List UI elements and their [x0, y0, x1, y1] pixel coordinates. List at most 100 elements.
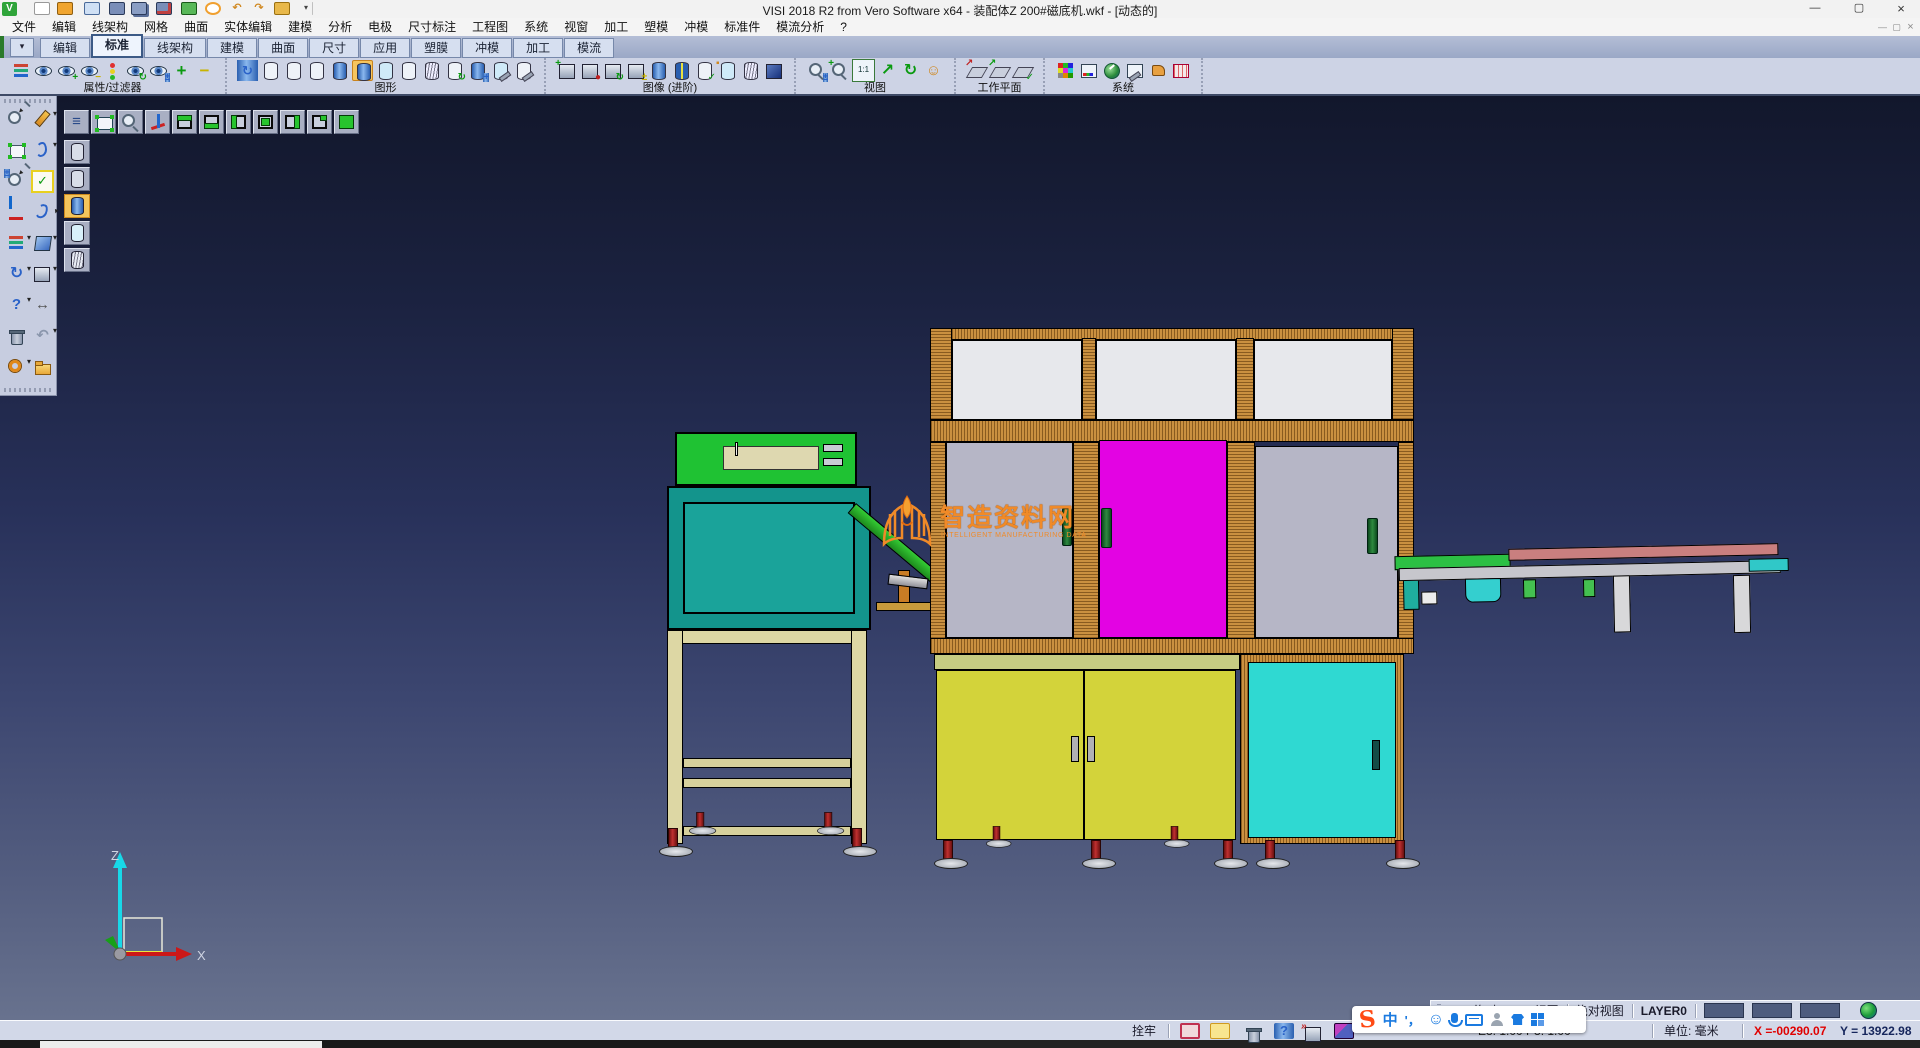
attribute-paint-icon[interactable] [10, 60, 31, 81]
ime-skin-icon[interactable] [1511, 1014, 1524, 1025]
stand-teal-cabinet[interactable] [667, 486, 871, 630]
tab-edit[interactable]: 编辑 [40, 38, 90, 58]
taskbar-app-button[interactable] [40, 1041, 322, 1048]
yellow-cabinet-door-right[interactable] [1084, 670, 1236, 840]
triad-view-icon[interactable] [145, 110, 170, 134]
menu-mold[interactable]: 塑模 [636, 18, 676, 36]
mdi-restore-icon[interactable]: ▢ [1890, 21, 1903, 34]
output-conveyor[interactable] [1394, 540, 1797, 718]
workplane-edit-icon[interactable]: ↗ [989, 60, 1010, 81]
view-menu-icon[interactable]: ≡ [64, 110, 89, 134]
adv-note-icon[interactable]: ▪ [717, 60, 738, 81]
lock-label[interactable]: 拴牢 [1132, 1023, 1156, 1039]
tab-modeling[interactable]: 建模 [207, 38, 257, 58]
erase-icon[interactable] [31, 108, 54, 131]
tab-wireframe[interactable]: 线架构 [144, 38, 206, 58]
layer-swatch-button[interactable] [1800, 1003, 1840, 1018]
settings-wheel-icon[interactable] [5, 356, 28, 379]
menu-analysis[interactable]: 分析 [320, 18, 360, 36]
menu-electrode[interactable]: 电极 [360, 18, 400, 36]
render-import-icon[interactable]: + [467, 60, 488, 81]
machine-top-panel[interactable] [1254, 340, 1392, 420]
zoom-one-to-one-icon[interactable]: 1:1 [852, 59, 875, 82]
mdi-minimize-icon[interactable]: — [1876, 21, 1889, 34]
ime-mic-icon[interactable] [1451, 1013, 1458, 1023]
tab-machining[interactable]: 加工 [513, 38, 563, 58]
door-handle[interactable] [1101, 508, 1112, 548]
page-visibility-icon[interactable] [33, 60, 54, 81]
undo-dock-icon[interactable]: ↶ [31, 325, 54, 348]
menu-flow-analysis[interactable]: 模流分析 [768, 18, 832, 36]
adv-solid-cube-icon[interactable] [763, 60, 784, 81]
wcs-axis-icon[interactable] [5, 201, 28, 224]
machine-top-panel[interactable] [952, 340, 1082, 420]
menu-file[interactable]: 文件 [4, 18, 44, 36]
tab-list-dropdown[interactable]: ▾ [10, 38, 34, 57]
tab-dimension[interactable]: 尺寸 [309, 38, 359, 58]
show-all-icon[interactable]: + [171, 60, 192, 81]
dock-grip[interactable] [4, 388, 52, 392]
adv-toggle-body-icon[interactable]: ± [625, 60, 646, 81]
mdi-close-icon[interactable]: × [1904, 21, 1917, 34]
adv-hatch-icon[interactable] [740, 60, 761, 81]
graphics-tools-icon[interactable] [513, 60, 534, 81]
cabinet-handle[interactable] [1071, 736, 1079, 762]
outline-mode-icon[interactable] [398, 60, 419, 81]
dashed-hidden-mode-icon[interactable] [306, 60, 327, 81]
yellow-cabinet-door-left[interactable] [936, 670, 1084, 840]
menu-modeling[interactable]: 建模 [280, 18, 320, 36]
menu-drawing[interactable]: 工程图 [464, 18, 516, 36]
view-back-icon[interactable] [307, 110, 332, 134]
ime-punctuation-toggle[interactable]: '， [1405, 1010, 1421, 1029]
shade-hidden-icon[interactable] [64, 167, 90, 191]
tab-standard[interactable]: 标准 [91, 34, 143, 58]
restore-button[interactable]: ▢ [1838, 0, 1880, 18]
system-window-colors-icon[interactable] [1078, 60, 1099, 81]
hide-lasso-icon[interactable]: − [79, 60, 100, 81]
zoom-extents-icon[interactable]: + [829, 60, 850, 81]
confirm-check-icon[interactable]: ✓ [31, 170, 54, 193]
view-iso-icon[interactable] [334, 110, 359, 134]
menu-dimension[interactable]: 尺寸标注 [400, 18, 464, 36]
view-smiley-eye-icon[interactable]: ☺ [923, 60, 944, 81]
filter-traffic-light-icon[interactable] [102, 60, 123, 81]
show-lasso-icon[interactable]: + [56, 60, 77, 81]
snap-grid-icon[interactable] [1180, 1023, 1200, 1039]
view-refresh-icon[interactable]: ↻ [900, 60, 921, 81]
menu-machining[interactable]: 加工 [596, 18, 636, 36]
ime-keyboard-icon[interactable] [1465, 1014, 1483, 1026]
system-selection-icon[interactable] [1147, 60, 1168, 81]
menu-solid-edit[interactable]: 实体编辑 [216, 18, 280, 36]
zoom-in-out-icon[interactable]: ± [806, 60, 827, 81]
shade-solid-icon[interactable] [64, 194, 90, 218]
adv-solid-view-icon[interactable] [648, 60, 669, 81]
regen-icon[interactable]: ↻ [237, 60, 258, 81]
control-stand[interactable] [663, 428, 875, 844]
main-machine[interactable] [930, 328, 1414, 876]
view-left-icon[interactable] [226, 110, 251, 134]
menu-window[interactable]: 视窗 [556, 18, 596, 36]
adv-validate-icon[interactable]: ✓ [694, 60, 715, 81]
system-colors-icon[interactable] [1055, 60, 1076, 81]
adv-show-body-icon[interactable]: + [556, 60, 577, 81]
magic-wand-icon[interactable] [1210, 1023, 1230, 1039]
view-bottom-icon[interactable] [199, 110, 224, 134]
invert-visibility-icon[interactable]: ↻ [125, 60, 146, 81]
machine-top-panel[interactable] [1096, 340, 1236, 420]
sogou-logo-icon[interactable]: S [1358, 1007, 1377, 1032]
view-front-icon[interactable] [253, 110, 278, 134]
status-help-icon[interactable]: ? [1274, 1023, 1294, 1039]
delete-icon[interactable] [5, 325, 28, 348]
menu-surface[interactable]: 曲面 [176, 18, 216, 36]
view-right-icon[interactable] [280, 110, 305, 134]
ime-emoji-icon[interactable]: ☺ [1428, 1011, 1444, 1029]
globe-icon[interactable] [1860, 1002, 1877, 1019]
tab-stamping[interactable]: 冲模 [462, 38, 512, 58]
shaded-mode-icon[interactable] [329, 60, 350, 81]
menu-help[interactable]: ? [832, 18, 855, 36]
tab-mold[interactable]: 塑膜 [411, 38, 461, 58]
layer-manager-icon[interactable] [5, 232, 28, 255]
os-taskbar[interactable] [0, 1040, 1920, 1048]
zoom-dynamic-icon[interactable]: ± [5, 170, 28, 193]
select-frame-icon[interactable] [5, 139, 28, 162]
